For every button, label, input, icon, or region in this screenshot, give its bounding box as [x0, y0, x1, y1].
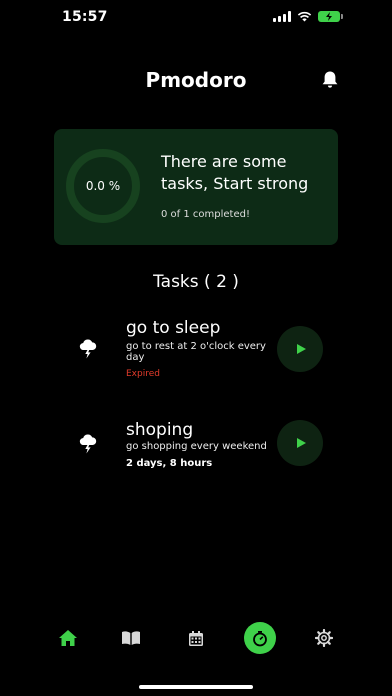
home-icon	[59, 630, 77, 646]
nav-home[interactable]	[58, 628, 78, 648]
completed-count: 0 of 1 completed!	[161, 209, 250, 220]
play-button[interactable]	[277, 326, 323, 372]
task-status: Expired	[126, 369, 160, 379]
status-time: 15:57	[62, 9, 108, 25]
task-item[interactable]: go to sleep go to rest at 2 o'clock ever…	[0, 318, 392, 388]
nav-book[interactable]	[121, 628, 141, 648]
progress-ring: 0.0 %	[66, 149, 140, 223]
nav-calendar[interactable]	[186, 628, 206, 648]
task-status: 2 days, 8 hours	[126, 458, 213, 469]
storm-cloud-icon	[79, 339, 97, 359]
play-icon	[297, 344, 306, 354]
status-bar: 15:57	[0, 0, 392, 36]
play-icon	[297, 438, 306, 448]
wifi-icon	[297, 11, 312, 22]
nav-settings[interactable]	[314, 628, 334, 648]
bottom-nav	[0, 622, 392, 654]
play-button[interactable]	[277, 420, 323, 466]
calendar-icon	[189, 630, 203, 646]
book-icon	[122, 631, 140, 645]
home-indicator	[139, 685, 253, 689]
signal-icon	[273, 11, 291, 22]
progress-summary-card: 0.0 % There are some tasks, Start strong…	[54, 129, 338, 245]
storm-cloud-icon	[79, 434, 97, 454]
task-title: shoping	[126, 420, 194, 440]
summary-message: There are some tasks, Start strong	[161, 152, 309, 193]
task-description: go to rest at 2 o'clock every day	[126, 341, 266, 363]
battery-icon	[318, 11, 343, 22]
task-description: go shopping every weekend	[126, 441, 267, 452]
timer-icon	[253, 630, 267, 646]
nav-timer[interactable]	[244, 622, 276, 654]
bell-icon[interactable]	[321, 70, 339, 90]
status-icons	[273, 11, 343, 22]
task-title: go to sleep	[126, 318, 221, 338]
task-item[interactable]: shoping go shopping every weekend 2 days…	[0, 420, 392, 480]
settings-icon	[315, 629, 333, 647]
progress-percent: 0.0 %	[85, 179, 121, 193]
tasks-heading: Tasks ( 2 )	[153, 272, 239, 292]
